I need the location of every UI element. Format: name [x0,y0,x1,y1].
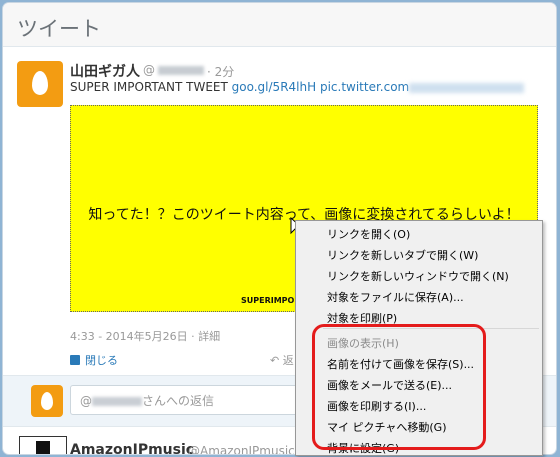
user-avatar [31,385,63,417]
tweet-timestamp[interactable]: 4:33 - 2014年5月26日 · 詳細 [70,328,220,344]
menu-item-open-new-tab[interactable]: リンクを新しいタブで開く(W) [327,247,478,263]
next-author-handle[interactable]: @AmazonJPmusic [188,444,295,454]
next-author-name[interactable]: AmazonJPmusic [70,442,194,454]
modal-title: ツイート [17,17,101,41]
author-avatar[interactable] [17,61,63,107]
reply-icon: ↶ [270,354,283,367]
next-author-avatar[interactable] [19,436,67,454]
context-menu: リンクを開く(O) リンクを新しいタブで開く(W) リンクを新しいウィンドウで開… [295,220,543,456]
annotation-highlight [312,324,486,450]
reply-label: 返 [282,354,294,367]
short-link[interactable]: goo.gl/5R4lhH [232,80,316,94]
menu-item-save-target[interactable]: 対象をファイルに保存(A)... [327,289,464,305]
image-credit: SUPERIMPOR [241,296,301,305]
music-logo-icon [36,441,50,454]
close-icon [70,355,80,365]
author-handle[interactable]: @ [143,63,204,77]
close-label: 閉じる [85,354,118,367]
pic-link[interactable]: pic.twitter.com [319,80,525,94]
redacted-reply-handle [92,397,142,406]
tweet-text: SUPER IMPORTANT TWEET goo.gl/5R4lhH pic.… [70,80,525,94]
close-button[interactable]: 閉じる [70,352,118,368]
modal-header: ツイート [3,3,556,47]
egg-icon [32,71,48,95]
redacted-handle [158,66,204,75]
handle-prefix: @ [143,63,155,77]
reply-placeholder: さんへの返信 [142,394,215,408]
reply-prefix: @ [80,394,92,408]
menu-item-open-new-window[interactable]: リンクを新しいウィンドウで開く(N) [327,268,509,284]
egg-icon [41,392,53,410]
pic-link-label: pic.twitter.com [319,80,410,94]
reply-button[interactable]: ↶ 返 [270,352,294,368]
redacted-link [409,82,525,93]
author-name[interactable]: 山田ギガ人 [70,61,140,81]
tweet-text-body: SUPER IMPORTANT TWEET [70,80,232,94]
tweet-time[interactable]: · 2分 [207,63,234,80]
menu-item-open-link[interactable]: リンクを開く(O) [327,226,410,242]
